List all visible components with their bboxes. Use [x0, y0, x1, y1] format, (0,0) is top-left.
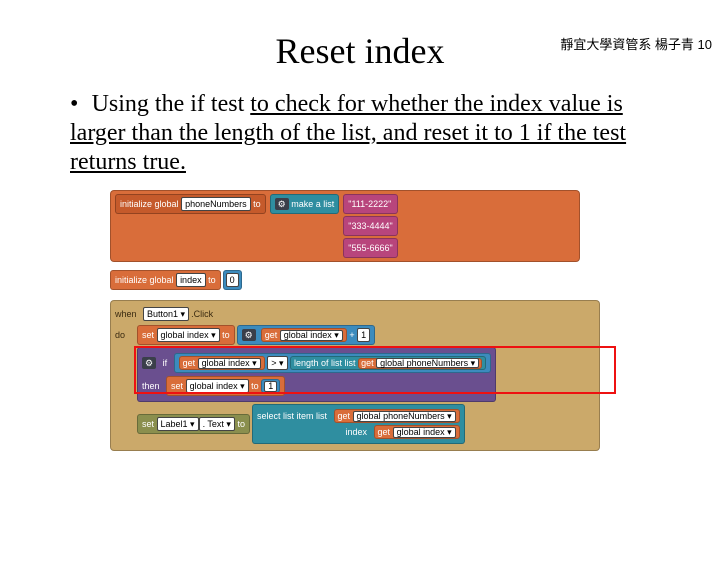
list-item: "111-2222" — [343, 194, 397, 214]
compare-block: get global index ▾ > ▾ length of list li… — [174, 353, 492, 373]
blocks-figure: initialize global phoneNumbers to ⚙ make… — [110, 190, 620, 451]
bullet-dot: • — [70, 90, 92, 119]
bullet-text: •Using the if test to check for whether … — [0, 90, 720, 176]
var-name: index — [176, 273, 206, 287]
math-plus: ⚙ get global index ▾ + 1 — [237, 325, 376, 345]
init-phone-block: initialize global phoneNumbers to ⚙ make… — [110, 190, 580, 262]
gear-icon: ⚙ — [142, 357, 156, 369]
var-name: phoneNumbers — [181, 197, 251, 211]
init-label: initialize global phoneNumbers to — [115, 194, 266, 214]
event-block: when Button1 ▾ .Click do set global inde… — [110, 300, 620, 451]
number-block: 0 — [223, 270, 242, 290]
slide-corner-source: 靜宜大學資管系 楊子青 10 — [560, 34, 712, 53]
set-label: set Label1 ▾ . Text ▾ to — [137, 414, 250, 434]
set-index-1: set global index ▾ to 1 — [166, 376, 285, 396]
init-index-block: initialize global index to 0 — [110, 270, 620, 290]
list-item: "555-6666" — [343, 238, 397, 258]
bullet-prefix: Using the if test — [92, 91, 251, 117]
do-label: do — [115, 330, 135, 340]
init-label: initialize global index to — [110, 270, 221, 290]
gear-icon: ⚙ — [242, 329, 256, 341]
component-name: Button1 ▾ — [143, 307, 189, 321]
select-list-item: select list item list get global phoneNu… — [252, 404, 465, 444]
list-item: "333-4444" — [343, 216, 397, 236]
gear-icon: ⚙ — [275, 198, 289, 210]
set-label-text: set Label1 ▾ . Text ▾ to select list ite… — [137, 404, 595, 444]
set-global-index: set global index ▾ to — [137, 325, 235, 345]
make-list-block: ⚙ make a list — [270, 194, 340, 214]
if-container: ⚙ if get global index ▾ > ▾ length of li… — [137, 347, 496, 402]
list-values: "111-2222" "333-4444" "555-6666" — [343, 194, 397, 258]
event-header: when Button1 ▾ .Click — [115, 307, 595, 321]
if-block: ⚙ if get global index ▾ > ▾ length of li… — [137, 347, 595, 402]
